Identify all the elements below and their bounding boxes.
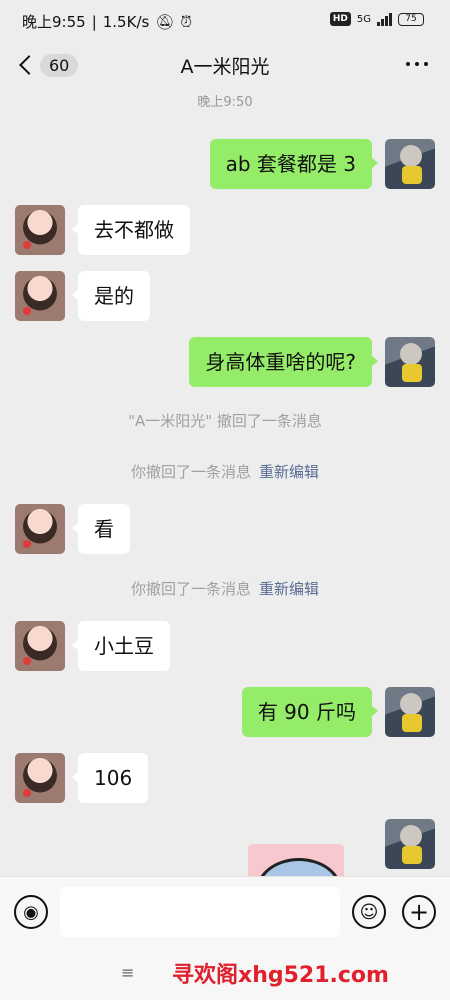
menu-icon[interactable]: ≡ bbox=[121, 963, 134, 982]
contact-avatar[interactable] bbox=[15, 504, 65, 554]
more-options-button[interactable] bbox=[406, 62, 428, 66]
status-speed: 1.5K/s bbox=[102, 12, 150, 31]
dot-icon bbox=[406, 62, 410, 66]
sticker-image[interactable] bbox=[248, 844, 344, 876]
status-bar: 晚上9:55 | 1.5K/s 🔕︎ ⏰︎ HD 5G 75 bbox=[0, 0, 450, 42]
message-bubble-incoming[interactable]: 看 bbox=[72, 504, 130, 554]
re-edit-link[interactable]: 重新编辑 bbox=[259, 580, 319, 598]
contact-avatar[interactable] bbox=[15, 753, 65, 803]
chat-title: A一米阳光 bbox=[180, 56, 270, 78]
signal-icon bbox=[377, 12, 392, 26]
my-avatar[interactable] bbox=[385, 139, 435, 189]
message-timestamp: 晚上9:50 bbox=[197, 95, 253, 110]
contact-avatar[interactable] bbox=[15, 271, 65, 321]
network-label: 5G bbox=[356, 13, 371, 25]
my-avatar[interactable] bbox=[385, 687, 435, 737]
recall-notice: "A一米阳光" 撤回了一条消息 bbox=[0, 410, 450, 431]
message-bubble-outgoing[interactable]: 有 90 斤吗 bbox=[241, 687, 379, 737]
contact-avatar[interactable] bbox=[15, 621, 65, 671]
dot-icon bbox=[415, 62, 419, 66]
re-edit-link[interactable]: 重新编辑 bbox=[259, 463, 319, 481]
mute-icon: 🔕︎ bbox=[155, 12, 175, 31]
contact-avatar[interactable] bbox=[15, 205, 65, 255]
input-bar: ◉ ☺ + ≡ 寻欢阁xhg521.com bbox=[0, 876, 450, 1000]
message-bubble-incoming[interactable]: 是的 bbox=[72, 271, 150, 321]
message-bubble-incoming[interactable]: 去不都做 bbox=[72, 205, 190, 255]
status-time: 晚上9:55 bbox=[22, 13, 86, 31]
battery-icon: 75 bbox=[398, 12, 424, 26]
message-bubble-incoming[interactable]: 小土豆 bbox=[72, 621, 170, 671]
alarm-icon: ⏰︎ bbox=[180, 12, 193, 31]
recall-notice-text: 你撤回了一条消息 bbox=[130, 580, 251, 598]
status-right: HD 5G 75 bbox=[329, 12, 424, 26]
status-left: 晚上9:55 | 1.5K/s 🔕︎ ⏰︎ bbox=[22, 12, 193, 32]
recall-notice: 你撤回了一条消息 重新编辑 bbox=[0, 461, 450, 482]
hd-badge: HD bbox=[329, 12, 351, 26]
voice-icon: ◉ bbox=[23, 901, 39, 923]
battery-level: 75 bbox=[405, 13, 417, 24]
dot-icon bbox=[424, 62, 428, 66]
message-bubble-incoming[interactable]: 106 bbox=[71, 753, 149, 803]
my-avatar[interactable] bbox=[385, 337, 435, 387]
my-avatar[interactable] bbox=[385, 819, 435, 869]
chat-header: 60 A一米阳光 bbox=[0, 42, 450, 88]
smile-icon: ☺ bbox=[359, 901, 379, 923]
voice-input-button[interactable]: ◉ bbox=[14, 895, 48, 929]
message-input[interactable] bbox=[60, 887, 340, 937]
emoji-button[interactable]: ☺ bbox=[352, 895, 386, 929]
watermark-text: 寻欢阁xhg521.com bbox=[172, 963, 389, 988]
plus-icon: + bbox=[408, 898, 430, 926]
recall-notice: 你撤回了一条消息 重新编辑 bbox=[0, 578, 450, 599]
message-bubble-outgoing[interactable]: 身高体重啥的呢? bbox=[189, 337, 378, 387]
recall-notice-text: 你撤回了一条消息 bbox=[130, 463, 251, 481]
recall-notice-text: "A一米阳光" 撤回了一条消息 bbox=[128, 412, 322, 430]
more-functions-button[interactable]: + bbox=[402, 895, 436, 929]
message-bubble-outgoing[interactable]: ab 套餐都是 3 bbox=[209, 139, 379, 189]
